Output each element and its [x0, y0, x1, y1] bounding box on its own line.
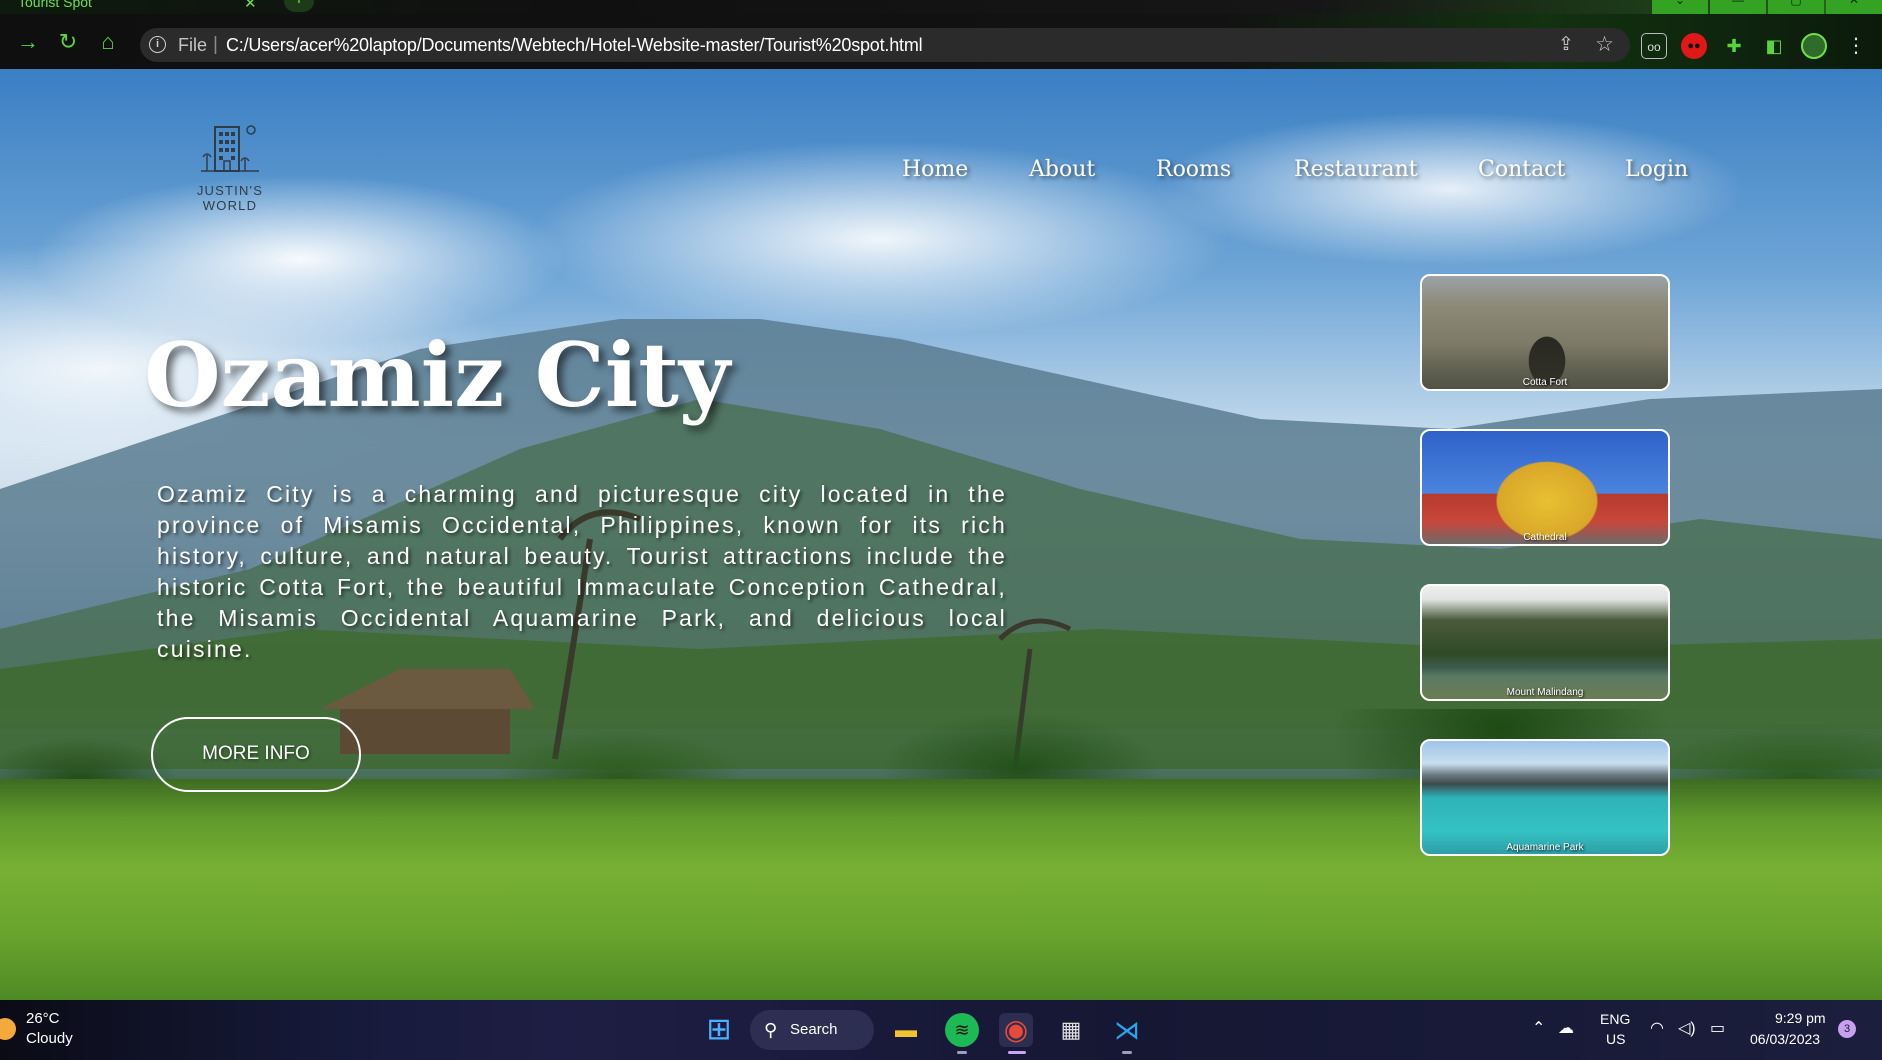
wifi-icon[interactable]: ◠ — [1650, 1018, 1664, 1038]
tab-close-icon[interactable]: ✕ — [244, 0, 257, 12]
tab-strip: Tourist Spot ✕ + ⌄ — ▢ ✕ — [0, 0, 1882, 14]
hero-description: Ozamiz City is a charming and picturesqu… — [157, 481, 1007, 662]
thumbnail-label: Mount Malindang — [1506, 687, 1584, 698]
chrome-icon[interactable]: ◉ — [999, 1013, 1033, 1047]
tab-search-button[interactable]: ⌄ — [1652, 0, 1708, 14]
thumbnail-label: Cotta Fort — [1522, 377, 1568, 388]
thumbnail-cotta-fort[interactable]: Cotta Fort — [1420, 274, 1670, 391]
tab-title[interactable]: Tourist Spot — [18, 0, 92, 10]
url-scheme-label: File — [178, 35, 208, 55]
vscode-running-indicator — [1122, 1051, 1132, 1054]
notification-badge[interactable]: 3 — [1838, 1020, 1856, 1038]
weather-description[interactable]: Cloudy — [26, 1030, 73, 1047]
chrome-active-indicator — [1008, 1051, 1026, 1054]
hero-title: Ozamiz City — [144, 323, 731, 427]
thumbnail-aquamarine-park[interactable]: Aquamarine Park — [1420, 739, 1670, 856]
microsoft-store-icon[interactable]: ▦ — [1054, 1013, 1088, 1047]
file-explorer-icon[interactable]: ▬ — [889, 1013, 923, 1047]
vscode-icon[interactable]: ⋊ — [1110, 1013, 1144, 1047]
taskbar: 26°C Cloudy ⊞ ⚲ Search ▬ ≋ ◉ ▦ ⋊ ⌃ ☁ ENG… — [0, 1000, 1882, 1060]
maximize-button[interactable]: ▢ — [1768, 0, 1824, 14]
forward-arrow-icon[interactable]: → — [14, 28, 42, 56]
extensions-puzzle-icon[interactable]: ✚ — [1721, 33, 1747, 59]
thumbnail-mount-malindang[interactable]: Mount Malindang — [1420, 584, 1670, 701]
region-indicator[interactable]: US — [1606, 1031, 1625, 1047]
logo-text: JUSTIN'S WORLD — [196, 183, 264, 213]
extension-glasses-icon[interactable]: oo — [1641, 33, 1667, 59]
nav-contact[interactable]: Contact — [1478, 157, 1565, 182]
profile-avatar[interactable] — [1801, 33, 1827, 59]
windows-start-icon[interactable]: ⊞ — [702, 1013, 736, 1047]
reload-icon[interactable]: ↻ — [54, 28, 82, 56]
extension-red-icon[interactable]: ●● — [1681, 33, 1707, 59]
hotel-building-icon — [201, 125, 259, 172]
spotify-running-indicator — [957, 1051, 967, 1054]
thumbnail-label: Aquamarine Park — [1506, 842, 1584, 853]
more-info-button[interactable]: MORE INFO — [151, 717, 361, 792]
onedrive-cloud-icon[interactable]: ☁ — [1558, 1018, 1574, 1038]
address-bar[interactable]: i File | C:/Users/acer%20laptop/Document… — [140, 28, 1630, 62]
site-info-icon[interactable]: i — [149, 36, 166, 53]
tray-overflow-chevron-icon[interactable]: ⌃ — [1532, 1018, 1545, 1038]
side-panel-icon[interactable]: ◧ — [1761, 33, 1787, 59]
web-page: JUSTIN'S WORLD Home About Rooms Restaura… — [0, 69, 1882, 1000]
close-window-button[interactable]: ✕ — [1826, 0, 1882, 14]
spotify-icon[interactable]: ≋ — [945, 1013, 979, 1047]
clock-date[interactable]: 06/03/2023 — [1750, 1031, 1820, 1047]
nav-login[interactable]: Login — [1625, 157, 1688, 182]
weather-sun-icon[interactable] — [0, 1018, 16, 1040]
url-text[interactable]: C:/Users/acer%20laptop/Documents/Webtech… — [226, 35, 923, 56]
home-icon[interactable]: ⌂ — [94, 28, 122, 56]
site-logo[interactable]: JUSTIN'S WORLD — [168, 121, 292, 213]
volume-icon[interactable]: ◁) — [1678, 1018, 1696, 1038]
taskbar-search[interactable]: ⚲ Search — [750, 1010, 874, 1050]
search-label: Search — [790, 1021, 838, 1038]
browser-menu-icon[interactable]: ⋮ — [1843, 33, 1869, 59]
search-icon: ⚲ — [764, 1020, 778, 1040]
weather-temperature[interactable]: 26°C — [26, 1010, 60, 1027]
browser-toolbar: → ↻ ⌂ i File | C:/Users/acer%20laptop/Do… — [0, 14, 1882, 69]
url-separator: | — [213, 34, 218, 55]
thumbnail-label: Cathedral — [1523, 532, 1567, 543]
minimize-button[interactable]: — — [1710, 0, 1766, 14]
nav-about[interactable]: About — [1029, 157, 1095, 182]
clock-time[interactable]: 9:29 pm — [1775, 1010, 1826, 1026]
nav-home[interactable]: Home — [902, 157, 968, 182]
new-tab-button[interactable]: + — [284, 0, 314, 12]
share-icon[interactable]: ⇪ — [1558, 33, 1574, 56]
window-controls: ⌄ — ▢ ✕ — [1650, 0, 1882, 14]
nav-restaurant[interactable]: Restaurant — [1294, 157, 1418, 182]
thumbnail-cathedral[interactable]: Cathedral — [1420, 429, 1670, 546]
nav-rooms[interactable]: Rooms — [1156, 157, 1231, 182]
language-indicator[interactable]: ENG — [1600, 1011, 1630, 1027]
bookmark-star-icon[interactable]: ☆ — [1595, 32, 1614, 57]
battery-icon[interactable]: ▭ — [1710, 1018, 1725, 1038]
